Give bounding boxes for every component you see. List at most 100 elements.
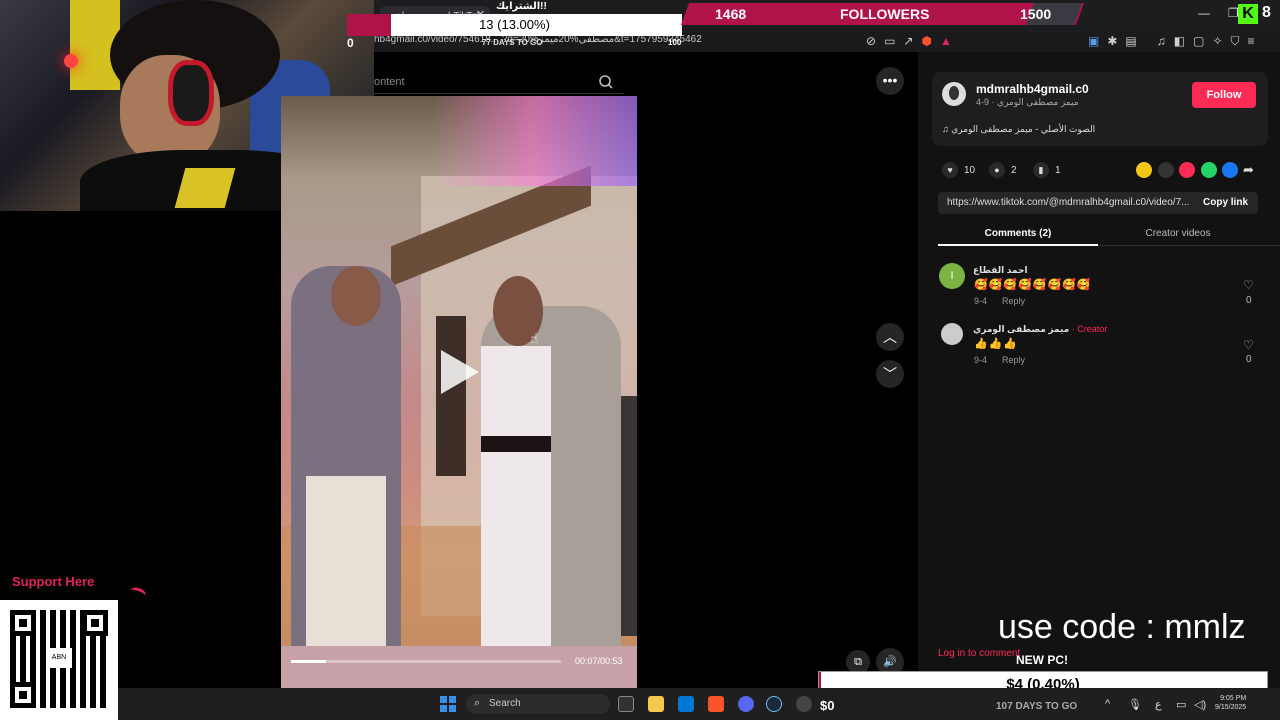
outlook-icon[interactable] xyxy=(678,696,694,712)
video-player[interactable] xyxy=(281,96,637,646)
follow-button[interactable]: Follow xyxy=(1192,82,1256,108)
taskbar-search-box[interactable] xyxy=(466,694,610,714)
followers-current: 1468 xyxy=(715,6,747,22)
screenshot-icon[interactable]: ▭ xyxy=(884,34,895,48)
donation-goal-bar: 13 (13.00%) xyxy=(347,14,682,36)
support-label: Support Here xyxy=(12,574,95,589)
donation-goal-start: 0 xyxy=(347,36,354,50)
repost-icon[interactable] xyxy=(1136,162,1152,178)
brave-browser-icon[interactable] xyxy=(708,696,724,712)
comment-date: 9-4 xyxy=(974,296,988,306)
extension-translate-icon[interactable]: ▣ xyxy=(1088,34,1099,49)
previous-video-button[interactable]: ︿ xyxy=(876,323,904,351)
file-explorer-icon[interactable] xyxy=(648,696,664,712)
comment-author[interactable]: ميمز مصطفى الومري · Creator xyxy=(973,324,1107,335)
windows-start-icon[interactable] xyxy=(440,696,456,712)
video-scene-door xyxy=(436,316,466,476)
comment-author-name: ميمز مصطفى الومري xyxy=(973,324,1070,334)
video-person-right-robe xyxy=(481,346,551,646)
network-icon[interactable]: ▭ xyxy=(1176,698,1186,711)
qr-finder xyxy=(10,682,36,708)
creator-username[interactable]: mdmralhb4gmail.c0 xyxy=(976,82,1089,96)
video-controls-area xyxy=(281,646,637,688)
next-video-button[interactable]: ﹀ xyxy=(876,360,904,388)
brave-rewards-icon[interactable]: ▲ xyxy=(940,34,952,48)
comment-like-count: 0 xyxy=(1246,295,1252,306)
search-icon: ⌕ xyxy=(474,697,481,709)
reader-icon[interactable]: ▤ xyxy=(1125,34,1136,49)
obs-icon[interactable] xyxy=(796,696,812,712)
pc-goal-label: NEW PC! xyxy=(1016,653,1068,667)
sidebar-icon[interactable]: ◧ xyxy=(1174,34,1185,49)
video-progress-bar[interactable] xyxy=(291,660,561,663)
qr-finder xyxy=(10,610,36,636)
comment-like-count: 0 xyxy=(1246,354,1252,365)
creator-avatar[interactable] xyxy=(942,82,966,106)
music-icon[interactable]: ♫ xyxy=(1157,34,1166,49)
search-icon[interactable] xyxy=(598,74,614,90)
like-stat[interactable]: ♥ 10 xyxy=(942,162,975,178)
send-icon[interactable] xyxy=(1179,162,1195,178)
comment-avatar[interactable] xyxy=(941,323,963,345)
followers-target: 1500 xyxy=(1020,6,1052,22)
comment-reply-button[interactable]: Reply xyxy=(1002,355,1025,365)
task-view-icon[interactable] xyxy=(618,696,634,712)
followers-label: FOLLOWERS xyxy=(840,6,930,22)
whatsapp-icon[interactable] xyxy=(1201,162,1217,178)
qr-finder xyxy=(82,610,108,636)
extensions-icon[interactable]: ✱ xyxy=(1107,34,1117,49)
embed-icon[interactable] xyxy=(1158,162,1174,178)
play-icon[interactable] xyxy=(441,350,479,394)
like-count: 10 xyxy=(964,164,976,176)
tray-chevron-icon[interactable]: ^ xyxy=(1105,698,1110,710)
heart-icon: ♥ xyxy=(942,162,958,178)
kick-count: 8 xyxy=(1262,4,1271,21)
bookmark-icon: ▮ xyxy=(1033,162,1049,178)
volume-tray-icon[interactable]: ◁) xyxy=(1194,698,1206,711)
clock-date: 9/15/2025 xyxy=(1215,704,1247,711)
video-time: 00:07/00:53 xyxy=(575,656,623,666)
leo-icon[interactable]: ✧ xyxy=(1212,34,1222,49)
steam-icon[interactable] xyxy=(766,696,782,712)
comment-stat[interactable]: ● 2 xyxy=(989,162,1017,178)
save-stat[interactable]: ▮ 1 xyxy=(1033,162,1061,178)
discord-icon[interactable] xyxy=(738,696,754,712)
kick-logo-icon: K xyxy=(1238,4,1258,24)
comment-avatar[interactable]: I xyxy=(939,263,965,289)
facebook-icon[interactable] xyxy=(1222,162,1238,178)
brave-shield-icon[interactable]: ⬢ xyxy=(921,34,931,48)
promo-code-text: use code : mmlz xyxy=(998,608,1246,646)
menu-icon[interactable]: ≡ xyxy=(1248,34,1255,49)
minimize-button[interactable]: — xyxy=(1198,6,1210,20)
tab-active-indicator xyxy=(938,244,1098,246)
search-input[interactable] xyxy=(374,70,624,94)
tab-creator-videos[interactable]: Creator videos xyxy=(1098,228,1258,239)
comment-author[interactable]: احمد القطاع xyxy=(973,265,1028,276)
search-placeholder: ontent xyxy=(374,76,405,88)
more-options-button[interactable]: ••• xyxy=(876,67,904,95)
details-panel xyxy=(918,52,1280,688)
copy-link-button[interactable]: Copy link xyxy=(1203,197,1248,208)
tab-comments[interactable]: Comments (2) xyxy=(938,228,1098,239)
translate-icon[interactable]: ⊘ xyxy=(866,34,876,48)
music-track[interactable]: ♫ الصوت الأصلي - ميمز مصطفى الومري xyxy=(942,124,1095,135)
donation-goal-days: 77 DAYS TO GO xyxy=(482,38,543,47)
music-track-label: الصوت الأصلي - ميمز مصطفى الومري xyxy=(951,124,1096,134)
wallet-icon[interactable]: ▢ xyxy=(1193,34,1204,49)
clock-time: 9:05 PM xyxy=(1220,695,1247,702)
language-icon[interactable]: ع xyxy=(1155,698,1162,711)
video-link[interactable]: https://www.tiktok.com/@mdmralhb4gmail.c… xyxy=(947,197,1189,208)
comment-count: 2 xyxy=(1011,164,1017,176)
taskbar-clock[interactable]: 9:05 PM 9/15/2025 xyxy=(1215,694,1246,712)
vpn-icon[interactable]: ⛉ xyxy=(1231,34,1240,49)
comment-reply-button[interactable]: Reply xyxy=(1002,296,1025,306)
login-to-comment-link[interactable]: Log in to comment xyxy=(938,648,1020,659)
microphone-icon[interactable]: 🎙 xyxy=(1128,698,1142,711)
comment-like-icon[interactable]: ♡ xyxy=(1243,278,1254,292)
share-icon[interactable]: ↗ xyxy=(903,34,913,48)
comment-text: 🥰🥰🥰🥰🥰🥰🥰🥰 xyxy=(974,279,1092,291)
comment-like-icon[interactable]: ♡ xyxy=(1243,338,1254,352)
share-arrow-icon[interactable]: ➦ xyxy=(1243,162,1259,178)
video-person-left-robe xyxy=(306,476,386,646)
video-person-left-head xyxy=(331,266,381,326)
